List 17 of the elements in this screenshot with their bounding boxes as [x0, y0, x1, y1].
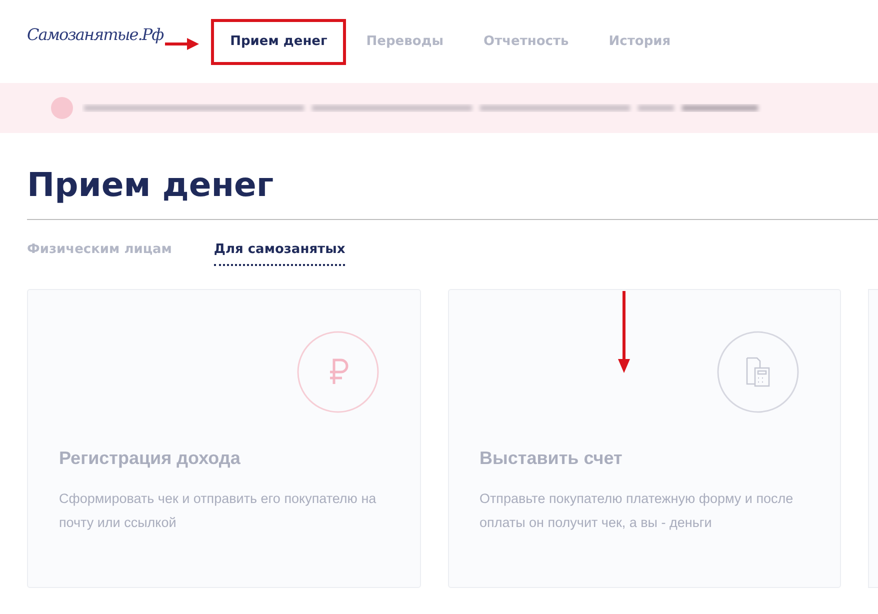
tab[interactable]: Физическим лицам: [27, 242, 172, 266]
annotation-arrow: [165, 38, 200, 50]
nav-link[interactable]: Прием денег: [211, 18, 346, 64]
ruble-icon: [296, 330, 380, 414]
card-description: Сформировать чек и отправить его покупателю на почту или ссылкой: [59, 490, 378, 532]
nav-link[interactable]: Отчетность: [464, 22, 589, 62]
nav-link[interactable]: Переводы: [346, 22, 464, 62]
page-title: Прием денег: [27, 164, 275, 205]
action-card[interactable]: Регистрация дохода Сформировать чек и отправить его покупателю на почту или ссылкой: [27, 289, 420, 588]
action-card[interactable]: Выставить счет Отправьте покупателю платежную форму и после оплаты он получит чек, а вы - деньги: [448, 289, 841, 588]
tab[interactable]: Для самозанятых: [214, 242, 346, 266]
invoice-icon: [716, 330, 800, 414]
card-title: Регистрация дохода: [59, 448, 242, 469]
card-title: Выставить счет: [480, 448, 624, 469]
logo[interactable]: Самозанятые.Рф: [27, 25, 164, 44]
nav-link[interactable]: История: [588, 22, 691, 62]
card-description: Отправьте покупателю платежную форму и после оплаты он получит чек, а вы - деньги: [480, 490, 794, 532]
